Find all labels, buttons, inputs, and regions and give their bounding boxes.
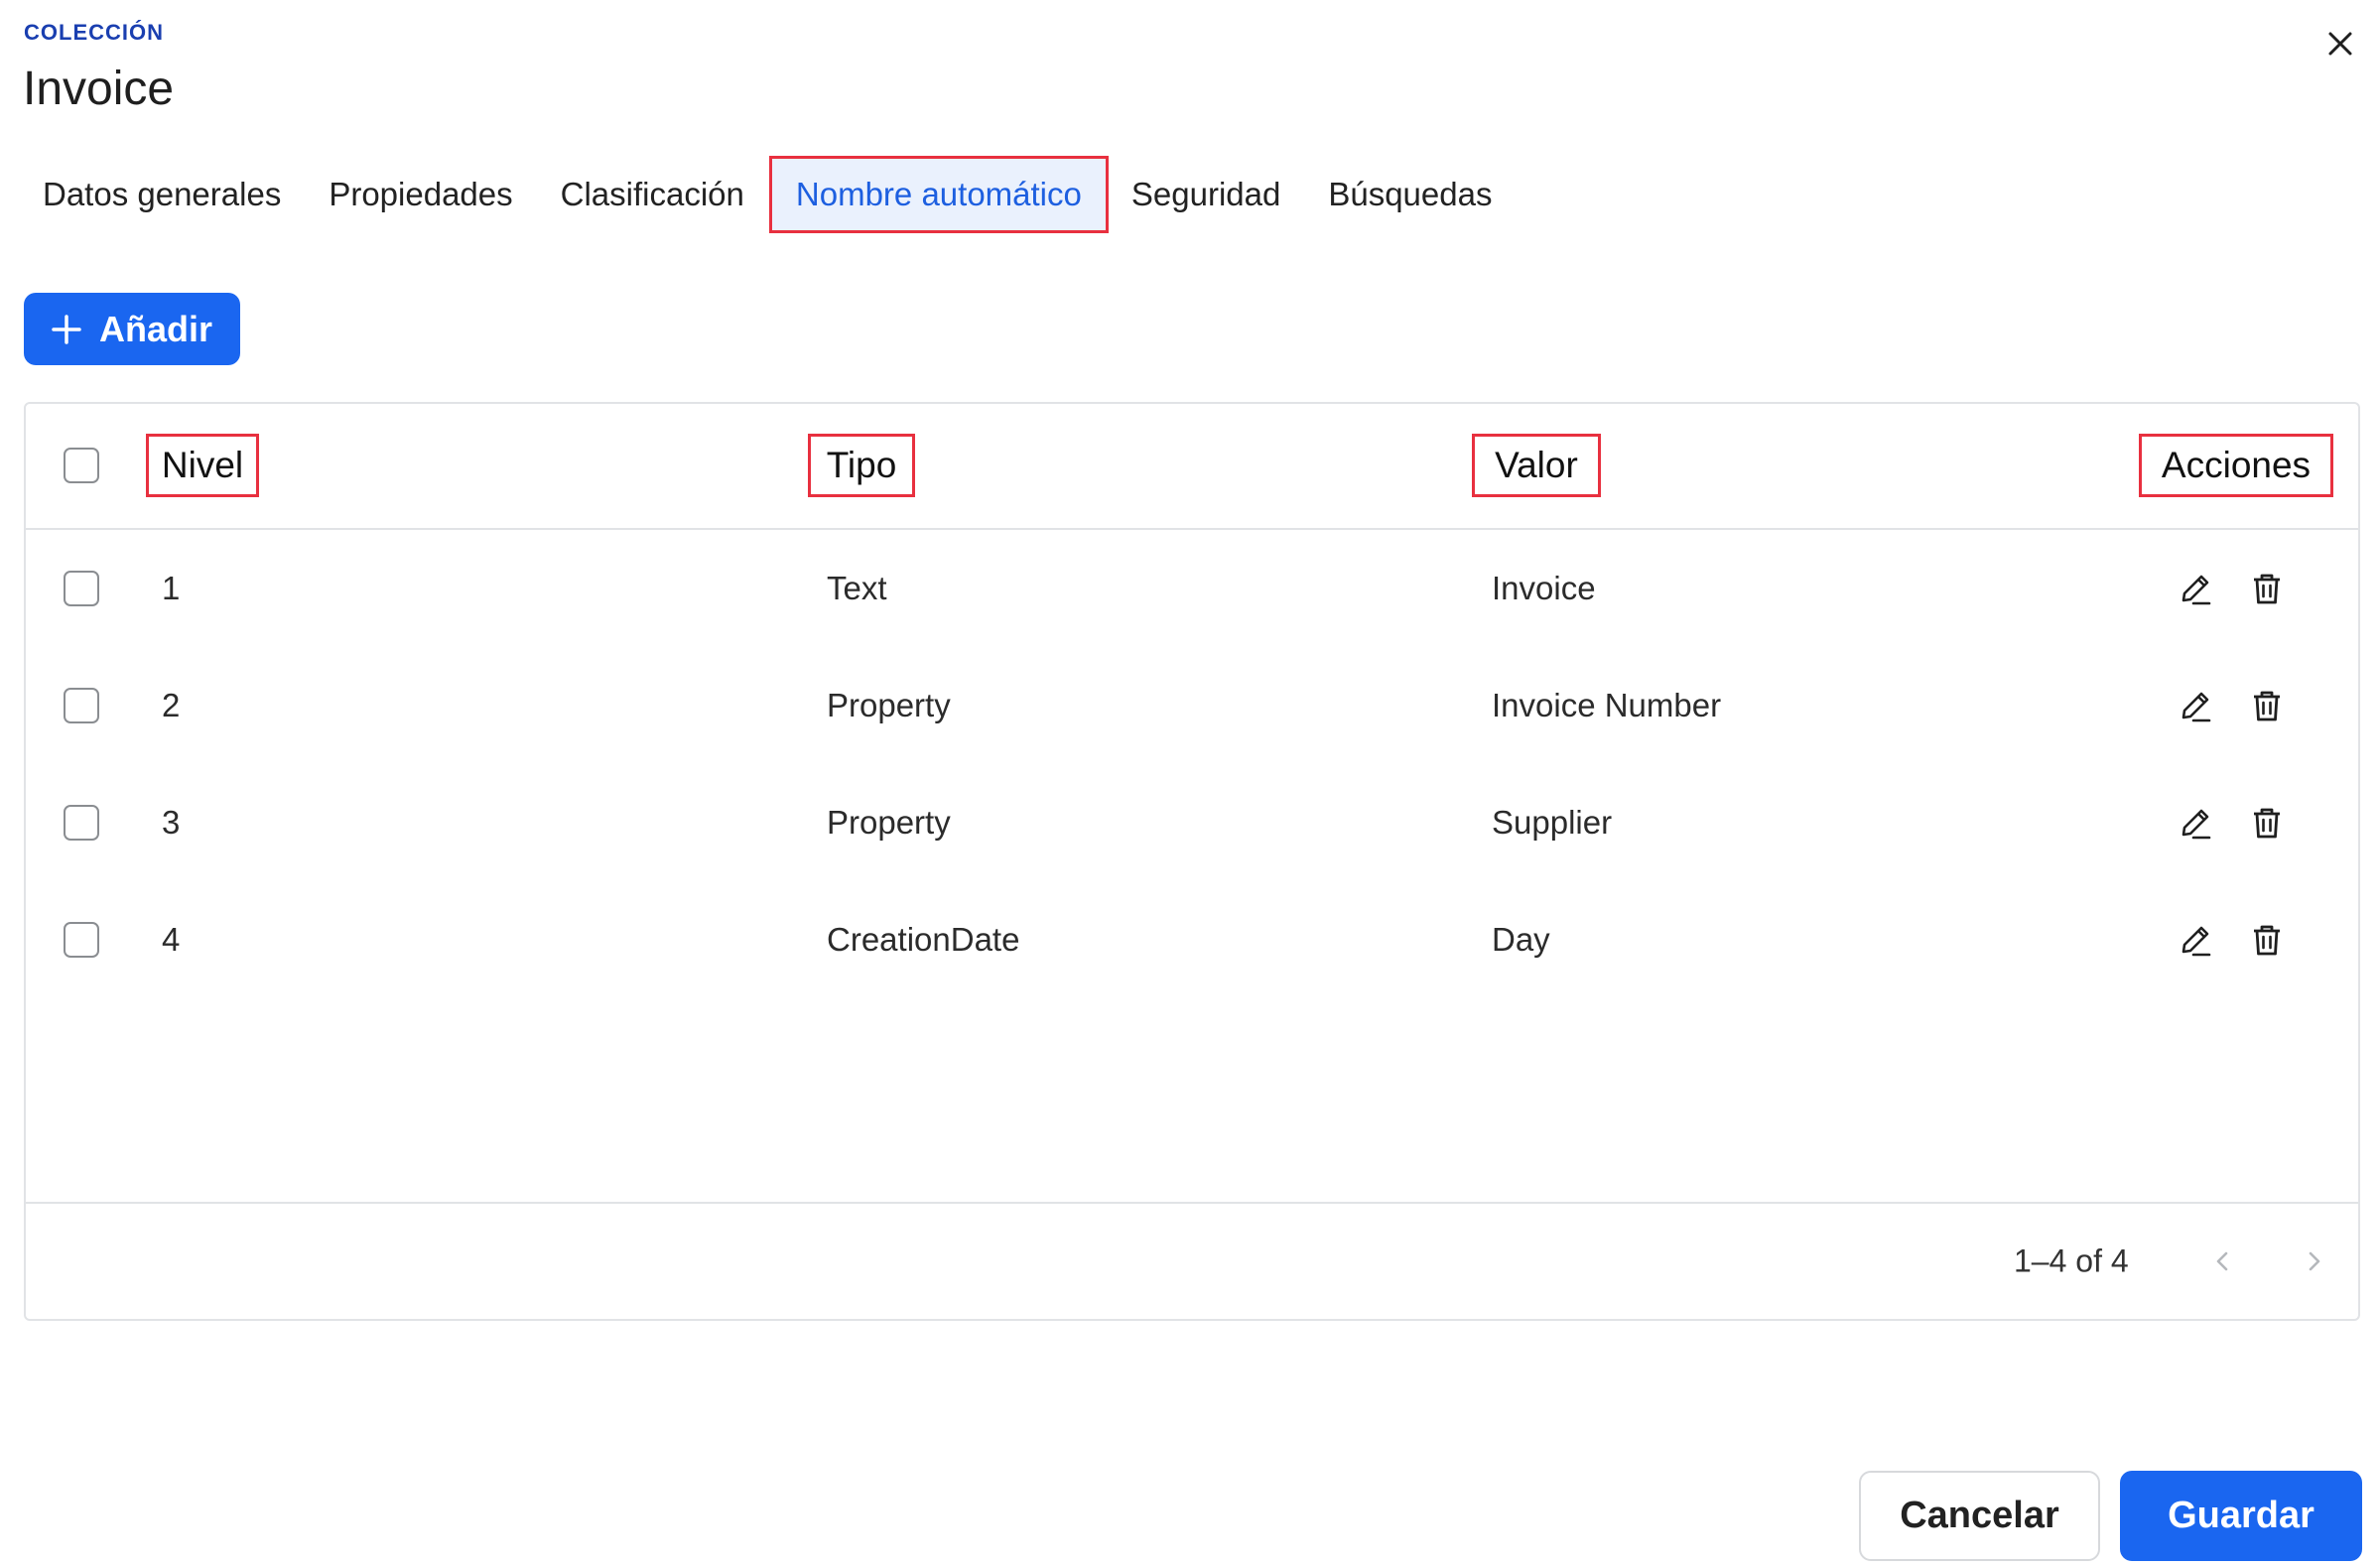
naming-table: Nivel Tipo Valor Acciones 1 Text Invoice xyxy=(24,402,2360,1321)
delete-button[interactable] xyxy=(2245,684,2289,727)
dialog: COLECCIÓN Invoice Datos generales Propie… xyxy=(0,0,2380,1566)
dialog-title: Invoice xyxy=(23,63,175,115)
table-row: 4 CreationDate Day xyxy=(26,881,2358,998)
plus-icon xyxy=(52,314,81,344)
trash-icon xyxy=(2254,691,2280,721)
edit-button[interactable] xyxy=(2174,801,2217,845)
row-checkbox[interactable] xyxy=(64,571,99,606)
add-button[interactable]: Añadir xyxy=(24,293,240,365)
edit-button[interactable] xyxy=(2174,567,2217,610)
cell-nivel: 2 xyxy=(162,687,181,723)
cell-nivel: 1 xyxy=(162,570,181,606)
dialog-overline: COLECCIÓN xyxy=(24,20,164,45)
edit-button[interactable] xyxy=(2174,684,2217,727)
tab-datos-generales[interactable]: Datos generales xyxy=(24,157,305,232)
cancel-button[interactable]: Cancelar xyxy=(1859,1471,2100,1561)
cell-valor: Day xyxy=(1492,921,1550,958)
table-row: 2 Property Invoice Number xyxy=(26,647,2358,764)
row-checkbox[interactable] xyxy=(64,805,99,841)
cell-tipo: Text xyxy=(827,570,887,606)
tab-propiedades[interactable]: Propiedades xyxy=(305,157,536,232)
table-pagination: 1–4 of 4 xyxy=(26,1202,2358,1319)
delete-button[interactable] xyxy=(2245,801,2289,845)
trash-icon xyxy=(2254,808,2280,839)
chevron-left-icon xyxy=(2216,1251,2228,1271)
edit-icon xyxy=(2182,692,2211,722)
row-checkbox[interactable] xyxy=(64,922,99,958)
pagination-range: 1–4 of 4 xyxy=(2014,1242,2129,1279)
column-header-tipo[interactable]: Tipo xyxy=(808,434,915,497)
edit-icon xyxy=(2182,575,2211,605)
tab-nombre-automatico[interactable]: Nombre automático xyxy=(768,156,1109,233)
tab-bar: Datos generales Propiedades Clasificació… xyxy=(24,156,1516,233)
close-button[interactable] xyxy=(2316,20,2364,67)
cell-valor: Supplier xyxy=(1492,804,1613,841)
tab-seguridad[interactable]: Seguridad xyxy=(1108,157,1304,232)
delete-button[interactable] xyxy=(2245,567,2289,610)
trash-icon xyxy=(2254,574,2280,604)
column-header-acciones: Acciones xyxy=(2139,434,2333,497)
row-checkbox[interactable] xyxy=(64,688,99,723)
column-header-valor[interactable]: Valor xyxy=(1472,434,1601,497)
table-header: Nivel Tipo Valor Acciones xyxy=(26,404,2358,530)
cell-tipo: Property xyxy=(827,687,951,723)
edit-icon xyxy=(2182,926,2211,957)
save-button[interactable]: Guardar xyxy=(2120,1471,2362,1561)
cell-nivel: 4 xyxy=(162,921,181,958)
edit-button[interactable] xyxy=(2174,918,2217,962)
previous-page-button[interactable] xyxy=(2201,1240,2245,1283)
edit-icon xyxy=(2182,809,2211,840)
tab-clasificacion[interactable]: Clasificación xyxy=(537,157,768,232)
cell-valor: Invoice xyxy=(1492,570,1596,606)
cell-tipo: CreationDate xyxy=(827,921,1020,958)
cell-nivel: 3 xyxy=(162,804,181,841)
chevron-right-icon xyxy=(2309,1251,2320,1271)
select-all-checkbox[interactable] xyxy=(64,448,99,483)
delete-button[interactable] xyxy=(2245,918,2289,962)
tab-busquedas[interactable]: Búsquedas xyxy=(1304,157,1516,232)
column-header-nivel[interactable]: Nivel xyxy=(146,434,259,497)
close-icon xyxy=(2328,32,2352,56)
next-page-button[interactable] xyxy=(2292,1240,2335,1283)
add-button-label: Añadir xyxy=(99,308,213,349)
cell-tipo: Property xyxy=(827,804,951,841)
table-row: 1 Text Invoice xyxy=(26,530,2358,647)
trash-icon xyxy=(2254,925,2280,956)
table-row: 3 Property Supplier xyxy=(26,764,2358,881)
cell-valor: Invoice Number xyxy=(1492,687,1722,723)
